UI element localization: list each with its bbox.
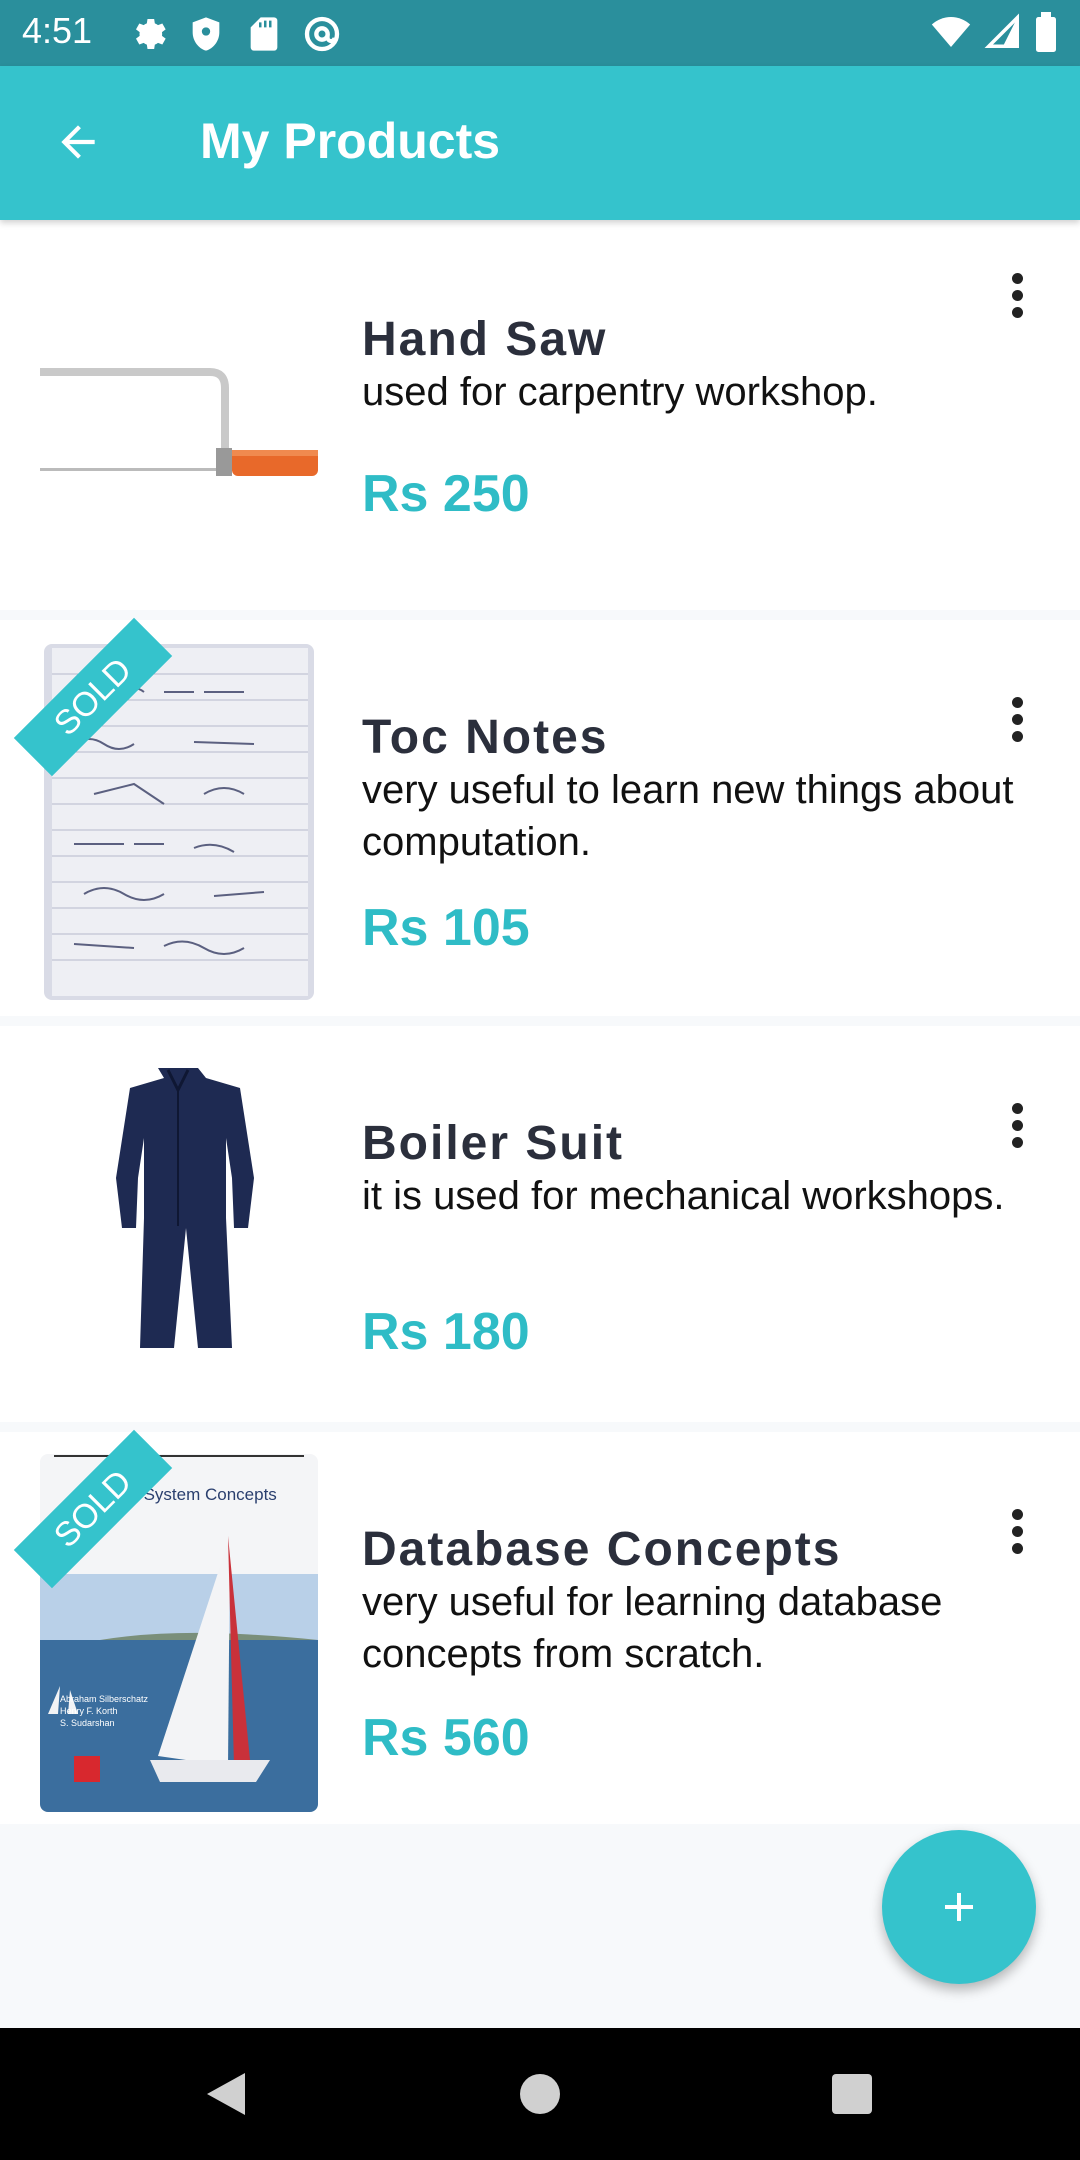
wifi-icon (931, 17, 971, 47)
home-circle-icon (520, 2074, 560, 2114)
at-sign-icon (304, 16, 340, 52)
status-bar: 4:51 (0, 0, 1080, 66)
add-icon (945, 1893, 973, 1921)
more-options-button[interactable] (992, 684, 1042, 754)
cover-title: base System Concepts (102, 1485, 277, 1504)
signal-icon (984, 13, 1019, 48)
product-title: Database Concepts (362, 1523, 842, 1576)
cover-author-3: S. Sudarshan (60, 1718, 115, 1728)
product-title: Boiler Suit (362, 1117, 625, 1170)
product-price: Rs 180 (362, 1303, 530, 1361)
sd-card-icon (250, 17, 278, 51)
product-card-database-concepts[interactable]: base System Concepts Abraham Silberschat… (0, 1429, 1080, 1824)
settings-icon (136, 19, 166, 49)
product-description: used for carpentry workshop. (362, 370, 878, 414)
status-time: 4:51 (22, 10, 93, 51)
product-card-toc-notes[interactable]: Toc Notes very useful to learn new thing… (0, 617, 1080, 1016)
nav-back-button[interactable] (196, 2064, 256, 2124)
product-description: very useful for learning database concep… (362, 1580, 943, 1676)
shield-icon (192, 17, 220, 51)
product-title: Hand Saw (362, 313, 608, 366)
battery-icon (1036, 12, 1056, 52)
more-options-button[interactable] (992, 1090, 1042, 1160)
page-title: My Products (200, 113, 501, 169)
arrow-back-icon (61, 125, 95, 159)
add-product-button[interactable] (882, 1830, 1036, 1984)
product-image-hand-saw (40, 290, 318, 510)
status-icons-right (930, 12, 1058, 52)
product-card-hand-saw[interactable]: Hand Saw used for carpentry workshop. Rs… (0, 220, 1080, 610)
more-options-button[interactable] (992, 1496, 1042, 1566)
product-title: Toc Notes (362, 711, 609, 764)
product-image-boiler-suit (40, 1056, 318, 1356)
product-price: Rs 250 (362, 465, 530, 523)
product-image-toc-notes (44, 644, 314, 1000)
back-triangle-icon (207, 2073, 245, 2115)
cover-author-2: Henry F. Korth (60, 1706, 118, 1716)
app-bar: My Products (0, 66, 1080, 220)
product-description: it is used for mechanical workshops. (362, 1174, 1005, 1218)
product-card-boiler-suit[interactable]: Boiler Suit it is used for mechanical wo… (0, 1026, 1080, 1422)
nav-home-button[interactable] (510, 2064, 570, 2124)
product-price: Rs 105 (362, 899, 530, 957)
cover-author-1: Abraham Silberschatz (60, 1694, 149, 1704)
nav-recents-button[interactable] (822, 2064, 882, 2124)
more-options-button[interactable] (992, 260, 1042, 330)
product-price: Rs 560 (362, 1709, 530, 1767)
back-button[interactable] (42, 106, 114, 178)
product-image-database-concepts: base System Concepts Abraham Silberschat… (40, 1454, 318, 1812)
recents-square-icon (832, 2074, 872, 2114)
system-nav-bar (0, 2028, 1080, 2160)
status-icons-left (128, 14, 342, 54)
product-description: very useful to learn new things about co… (362, 768, 1014, 864)
